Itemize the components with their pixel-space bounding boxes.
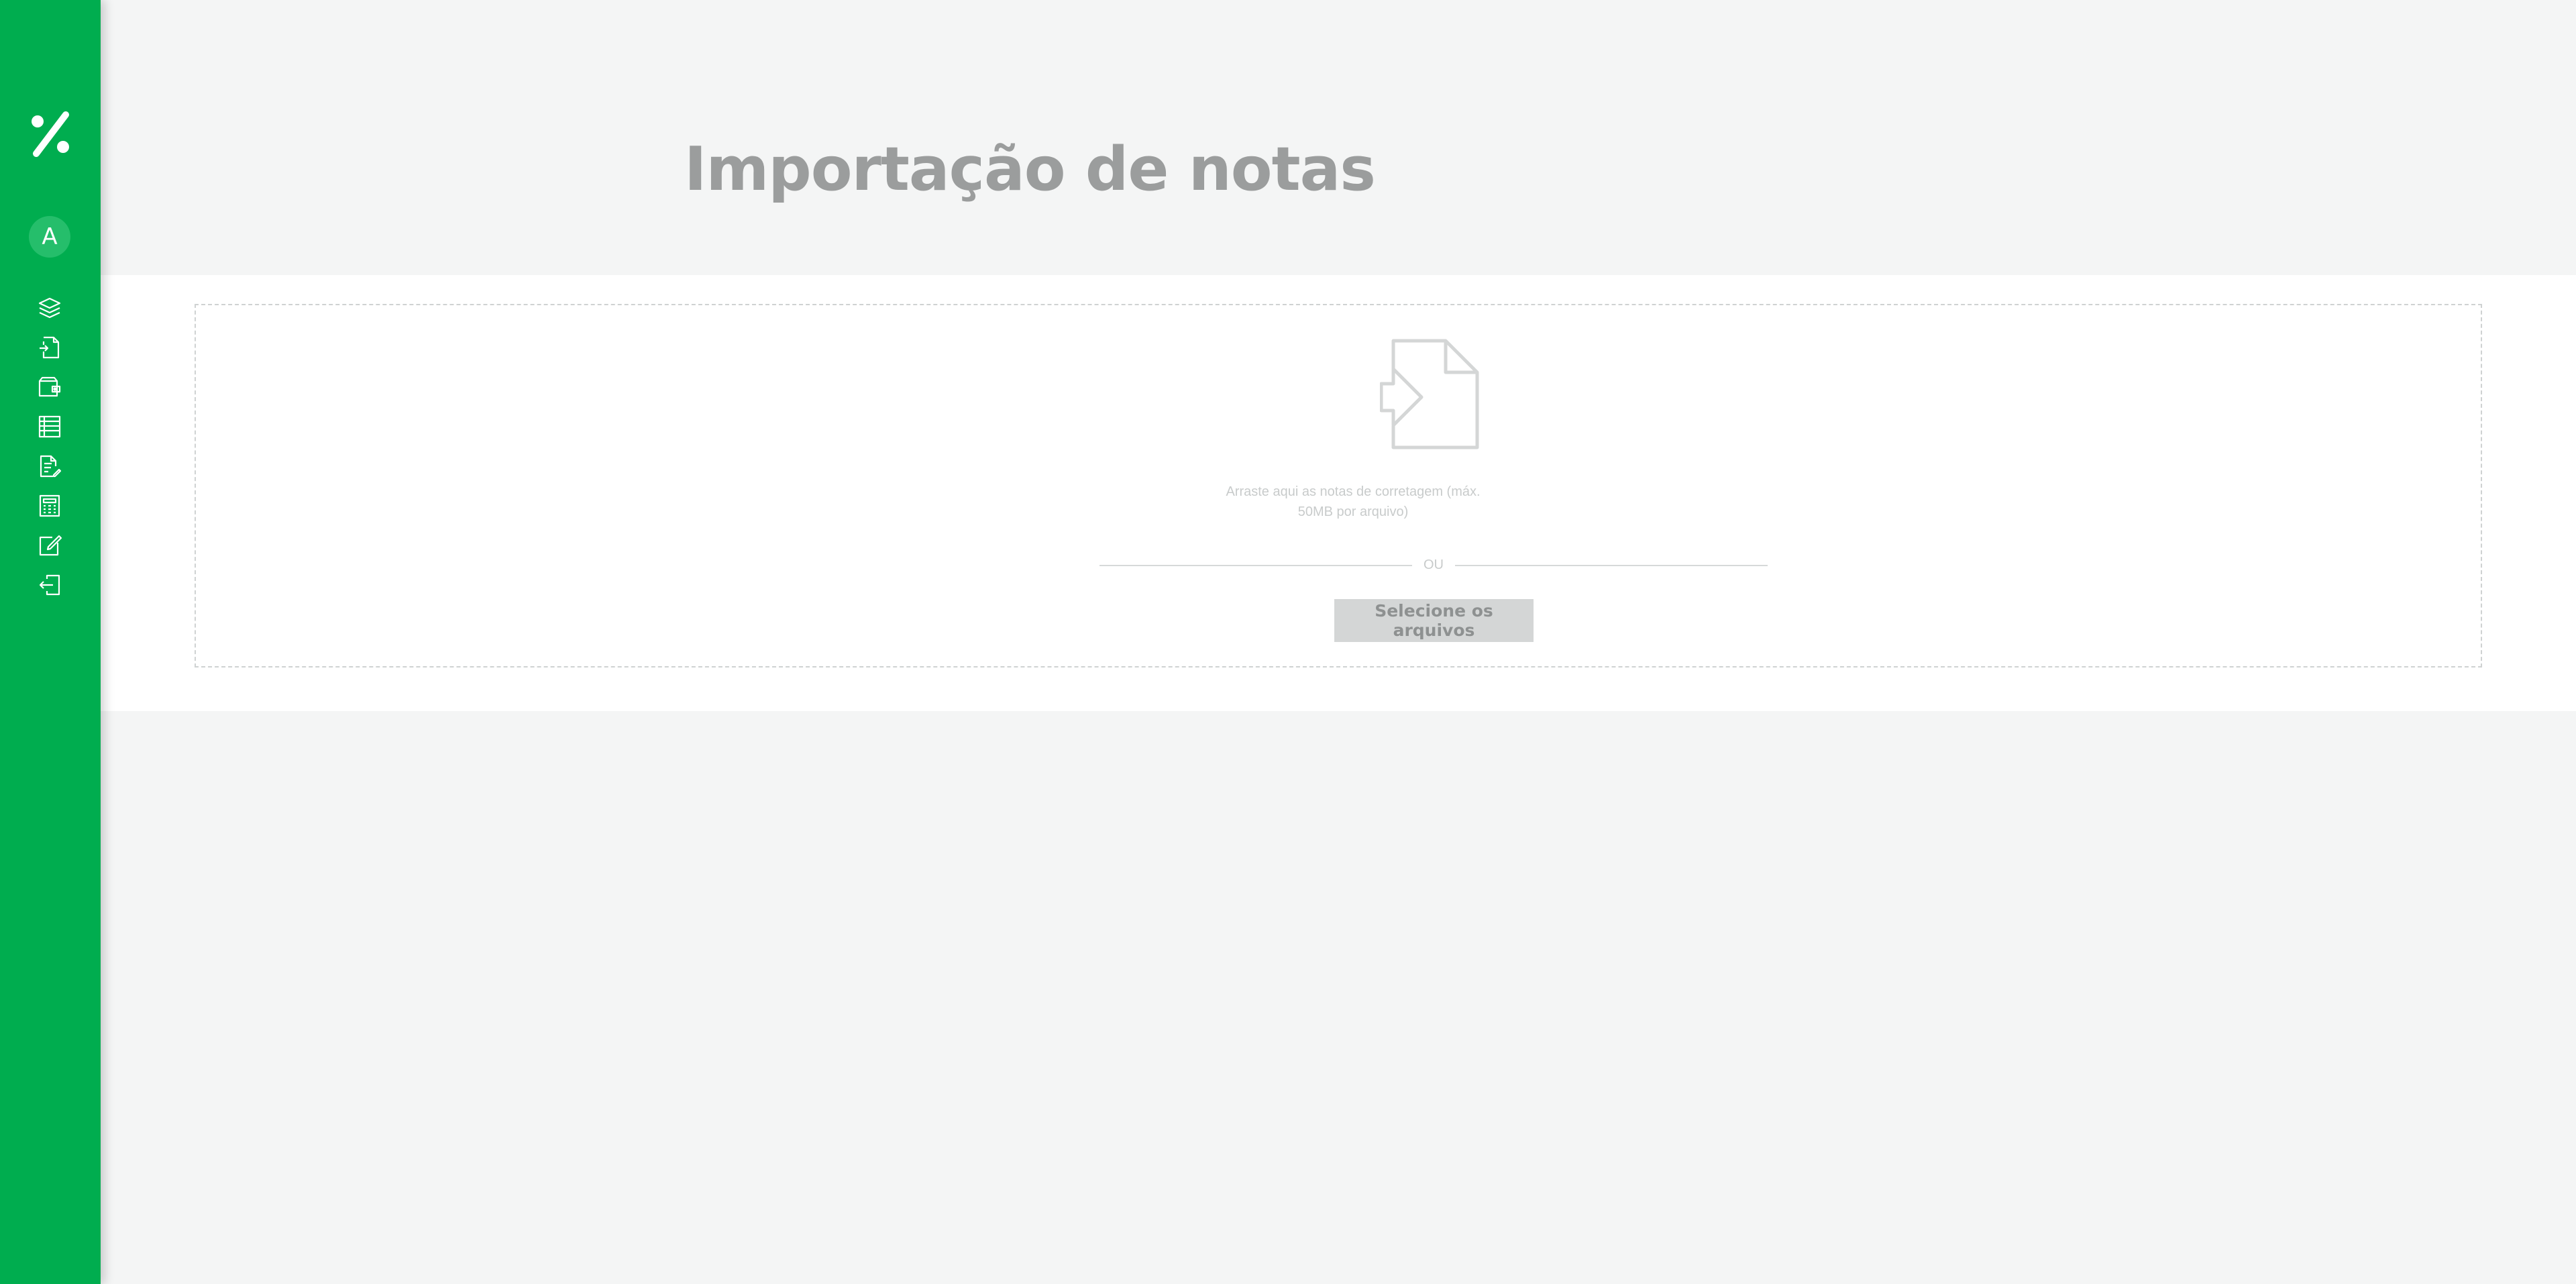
calculator-icon[interactable] bbox=[36, 492, 63, 519]
list-table-icon[interactable] bbox=[36, 413, 63, 440]
layers-icon[interactable] bbox=[36, 295, 63, 321]
divider-label: OU bbox=[1424, 557, 1444, 572]
divider-line bbox=[1099, 565, 1412, 566]
logout-icon[interactable] bbox=[36, 572, 63, 598]
file-dropzone[interactable]: Arraste aqui as notas de corretagem (máx… bbox=[195, 304, 2482, 667]
user-avatar[interactable]: A bbox=[29, 216, 70, 258]
sidebar: A bbox=[0, 0, 101, 1284]
main-content: Importação de notas Arraste aqui as nota… bbox=[101, 0, 2576, 1284]
import-panel: Arraste aqui as notas de corretagem (máx… bbox=[101, 275, 2576, 711]
or-divider: OU bbox=[1099, 555, 1768, 575]
document-edit-icon[interactable] bbox=[36, 453, 63, 480]
percent-logo-icon[interactable] bbox=[27, 111, 74, 158]
divider-line bbox=[1455, 565, 1768, 566]
document-import-icon[interactable] bbox=[36, 334, 63, 361]
edit-icon[interactable] bbox=[36, 532, 63, 559]
dropzone-instructions: Arraste aqui as notas de corretagem (máx… bbox=[1226, 484, 1481, 519]
wallet-icon[interactable] bbox=[36, 374, 63, 400]
file-import-icon bbox=[1379, 335, 1487, 453]
page-title: Importação de notas bbox=[684, 134, 1376, 205]
select-files-button[interactable]: Selecione os arquivos bbox=[1334, 599, 1534, 642]
